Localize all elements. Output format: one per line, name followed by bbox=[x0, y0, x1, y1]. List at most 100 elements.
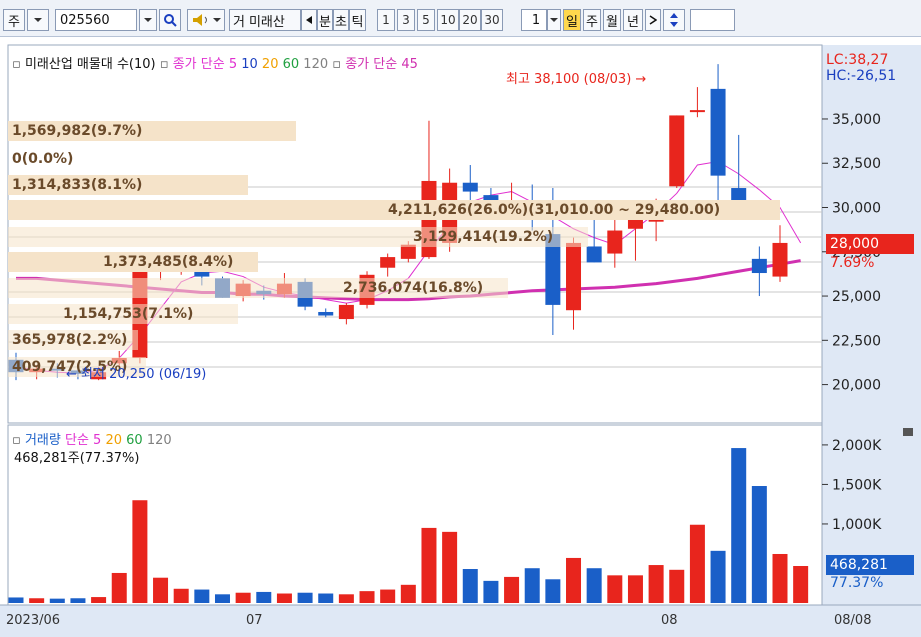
period-sec[interactable]: 초 bbox=[333, 9, 349, 31]
volume-bar bbox=[359, 591, 375, 603]
x-right-date: 08/08 bbox=[834, 613, 872, 628]
y-tick-label: 35,000 bbox=[832, 112, 881, 128]
toolbar: 주 025560 거 미래산 분 초 틱 1 3 5 10 20 30 1 일 주… bbox=[0, 0, 921, 37]
chart-area: 35,00032,50030,00027,50025,00022,50020,0… bbox=[0, 37, 921, 637]
volume-bar bbox=[318, 593, 334, 603]
y-tick-label: 22,500 bbox=[832, 333, 881, 349]
volume-bar bbox=[586, 568, 602, 603]
volume-bar bbox=[689, 524, 705, 603]
tab-day[interactable]: 일 bbox=[563, 9, 581, 31]
stock-code-input[interactable]: 025560 bbox=[55, 9, 137, 31]
low-price-label: ← 최저 20,250 (06/19) bbox=[66, 367, 207, 382]
speaker-icon[interactable] bbox=[187, 9, 225, 31]
lc-label: LC:38,27 bbox=[826, 52, 889, 68]
volume-current-label: 468,281주(77.37%) bbox=[14, 451, 140, 466]
candle-body bbox=[566, 242, 582, 311]
candle-body bbox=[772, 242, 788, 277]
volume-bar bbox=[483, 580, 499, 603]
interval-dropdown-icon[interactable] bbox=[547, 9, 561, 31]
volume-bar bbox=[400, 584, 416, 603]
volume-bar bbox=[111, 572, 127, 603]
y-tick-label: 25,000 bbox=[832, 289, 881, 305]
volume-bar bbox=[462, 569, 478, 603]
candle-body bbox=[318, 311, 334, 316]
volume-legend: ▫ 거래량 단순 5 20 60 120 bbox=[12, 433, 172, 448]
interval-5[interactable]: 5 bbox=[417, 9, 435, 31]
hc-label: HC:-26,51 bbox=[826, 68, 897, 84]
candle-body bbox=[689, 110, 705, 113]
volume-bar bbox=[214, 594, 230, 603]
price-legend: ▫ 미래산업 매물대 수(10) ▫ 종가 단순 5 10 20 60 120 … bbox=[12, 57, 418, 72]
volume-bar bbox=[338, 594, 354, 603]
market-select[interactable]: 주 bbox=[3, 9, 25, 31]
tab-month[interactable]: 월 bbox=[603, 9, 621, 31]
volume-bar bbox=[545, 579, 561, 603]
candle-body bbox=[710, 88, 726, 176]
volume-bar bbox=[442, 531, 458, 603]
candle-body bbox=[380, 257, 396, 268]
prev-arrow-icon[interactable] bbox=[301, 9, 317, 31]
market-dropdown-icon[interactable] bbox=[27, 9, 49, 31]
interval-3[interactable]: 3 bbox=[397, 9, 415, 31]
volume-tick-label: 2,000K bbox=[832, 438, 882, 454]
volume-bar bbox=[297, 592, 313, 603]
volume-bar bbox=[276, 593, 292, 603]
current-price-box: 28,000 bbox=[826, 234, 914, 254]
volume-profile-3: 1,314,833(8.1%) bbox=[8, 175, 248, 195]
volume-bar bbox=[70, 598, 86, 603]
volume-bar bbox=[793, 566, 809, 603]
volume-tick-label: 1,000K bbox=[832, 517, 882, 533]
y-tick-label: 32,500 bbox=[832, 156, 881, 172]
volume-bar bbox=[8, 597, 24, 603]
volume-profile-8: 1,154,753(7.1%) bbox=[8, 304, 238, 324]
current-change-label: 7.69% bbox=[830, 255, 875, 271]
high-price-label: 최고 38,100 (08/03) → bbox=[506, 72, 647, 87]
volume-profile-5: 3,129,414(19.2%) bbox=[8, 227, 588, 247]
volume-bar bbox=[566, 557, 582, 603]
period-tick[interactable]: 틱 bbox=[349, 9, 366, 31]
candle-body bbox=[669, 115, 685, 187]
volume-bar bbox=[524, 568, 540, 603]
candle-body bbox=[462, 182, 478, 192]
interval-input[interactable]: 1 bbox=[521, 9, 547, 31]
volume-profile-9: 365,978(2.2%) bbox=[8, 330, 138, 350]
volume-bar bbox=[29, 598, 45, 603]
volume-bar bbox=[421, 527, 437, 603]
volume-bar bbox=[235, 592, 251, 603]
next-arrow-icon[interactable] bbox=[645, 9, 661, 31]
volume-profile-7: 2,736,074(16.8%) bbox=[8, 278, 508, 298]
panel-close-icon[interactable] bbox=[903, 428, 913, 436]
tab-week[interactable]: 주 bbox=[583, 9, 601, 31]
interval-20[interactable]: 20 bbox=[459, 9, 481, 31]
volume-bar bbox=[648, 565, 664, 603]
x-label-08: 08 bbox=[661, 613, 678, 628]
search-icon[interactable] bbox=[159, 9, 181, 31]
volume-bar bbox=[49, 598, 65, 603]
code-dropdown-icon[interactable] bbox=[139, 9, 157, 31]
interval-30[interactable]: 30 bbox=[481, 9, 503, 31]
x-label-2023-06: 2023/06 bbox=[6, 613, 61, 628]
volume-bar bbox=[710, 550, 726, 603]
y-tick-label: 20,000 bbox=[832, 378, 881, 394]
volume-bar bbox=[751, 486, 767, 603]
x-label-07: 07 bbox=[246, 613, 263, 628]
interval-10[interactable]: 10 bbox=[437, 9, 459, 31]
volume-current-pct: 77.37% bbox=[830, 575, 884, 591]
volume-profile-2: 0(0.0%) bbox=[12, 151, 74, 167]
tab-year[interactable]: 년 bbox=[623, 9, 643, 31]
period-min[interactable]: 분 bbox=[317, 9, 333, 31]
candle-body bbox=[338, 304, 354, 320]
volume-tick-label: 1,500K bbox=[832, 477, 882, 493]
stock-name-field[interactable]: 거 미래산 bbox=[229, 9, 301, 31]
volume-profile-1: 1,569,982(9.7%) bbox=[8, 121, 296, 141]
interval-1[interactable]: 1 bbox=[377, 9, 395, 31]
extra-input[interactable] bbox=[690, 9, 735, 31]
sort-arrows-icon[interactable] bbox=[663, 9, 685, 31]
candle-body bbox=[607, 230, 623, 254]
volume-bar bbox=[153, 577, 169, 603]
volume-profile-4: 4,211,626(26.0%)(31,010.00 ~ 29,480.00) bbox=[8, 200, 780, 220]
volume-bar bbox=[256, 591, 272, 603]
volume-bar bbox=[173, 588, 189, 603]
volume-bar bbox=[504, 576, 520, 603]
volume-bar bbox=[132, 500, 148, 603]
